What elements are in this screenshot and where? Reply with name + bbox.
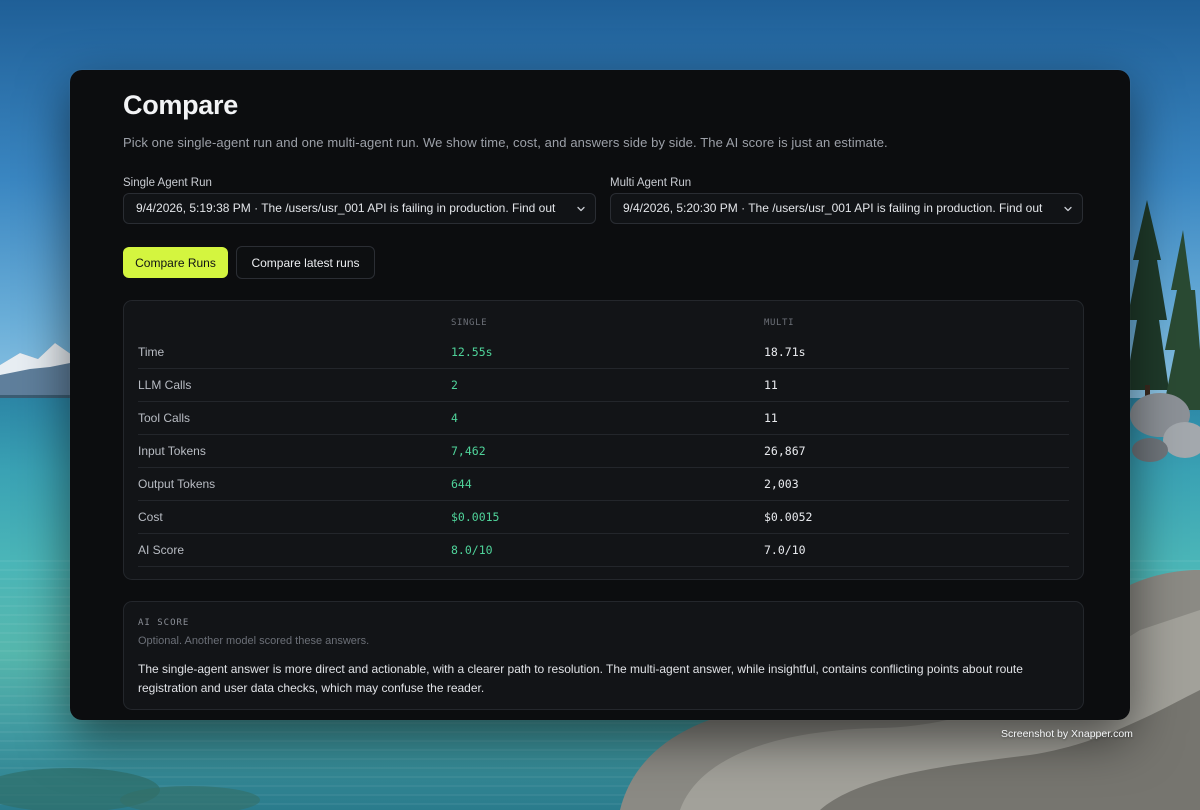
column-header-single: SINGLE — [451, 318, 488, 328]
metric-label: Tool Calls — [138, 411, 191, 425]
metric-single-value: 8.0/10 — [451, 543, 493, 557]
multi-run-label: Multi Agent Run — [610, 177, 692, 189]
compare-runs-button[interactable]: Compare Runs — [123, 247, 228, 278]
shore-rocks — [1130, 393, 1200, 462]
metric-multi-value: 11 — [764, 378, 778, 392]
metric-single-value: 7,462 — [451, 444, 486, 458]
metric-multi-value: 7.0/10 — [764, 543, 806, 557]
ai-score-note: Optional. Another model scored these ans… — [138, 635, 370, 647]
metric-single-value: 2 — [451, 378, 458, 392]
metric-single-value: 4 — [451, 411, 458, 425]
page-title: Compare — [123, 90, 238, 120]
metric-multi-value: 11 — [764, 411, 778, 425]
compare-latest-runs-button[interactable]: Compare latest runs — [236, 246, 375, 279]
metric-row-output-tokens: Output Tokens 644 2,003 — [138, 468, 1069, 501]
chevron-down-icon — [1063, 194, 1073, 223]
metric-multi-value: 2,003 — [764, 477, 799, 491]
metric-single-value: 12.55s — [451, 345, 493, 359]
metric-row-tool-calls: Tool Calls 4 11 — [138, 402, 1069, 435]
metric-single-value: $0.0015 — [451, 510, 500, 524]
single-run-label: Single Agent Run — [123, 177, 212, 189]
single-run-select[interactable]: 9/4/2026, 5:19:38 PM · The /users/usr_00… — [123, 193, 596, 224]
metric-multi-value: $0.0052 — [764, 510, 813, 524]
ai-score-card: AI SCORE Optional. Another model scored … — [123, 601, 1084, 710]
column-header-multi: MULTI — [764, 318, 795, 328]
chevron-down-icon — [576, 194, 586, 223]
page-subtitle: Pick one single-agent run and one multi-… — [123, 135, 888, 150]
metric-multi-value: 26,867 — [764, 444, 806, 458]
metric-label: LLM Calls — [138, 378, 192, 392]
metrics-table: SINGLE MULTI Time 12.55s 18.71s LLM Call… — [123, 300, 1084, 580]
metric-row-time: Time 12.55s 18.71s — [138, 336, 1069, 369]
multi-run-select[interactable]: 9/4/2026, 5:20:30 PM · The /users/usr_00… — [610, 193, 1083, 224]
ai-score-heading: AI SCORE — [138, 618, 190, 628]
metric-single-value: 644 — [451, 477, 472, 491]
metric-row-cost: Cost $0.0015 $0.0052 — [138, 501, 1069, 534]
metric-multi-value: 18.71s — [764, 345, 806, 359]
metric-row-llm-calls: LLM Calls 2 11 — [138, 369, 1069, 402]
metric-label: Cost — [138, 510, 163, 524]
single-run-selected: 9/4/2026, 5:19:38 PM · The /users/usr_00… — [136, 201, 556, 215]
ai-score-text: The single-agent answer is more direct a… — [138, 662, 1023, 695]
metric-label: Time — [138, 345, 165, 359]
metric-label: AI Score — [138, 543, 185, 557]
multi-run-selected: 9/4/2026, 5:20:30 PM · The /users/usr_00… — [623, 201, 1043, 215]
metric-label: Input Tokens — [138, 444, 206, 458]
compare-window: Compare Pick one single-agent run and on… — [70, 70, 1130, 720]
metric-label: Output Tokens — [138, 477, 216, 491]
metric-row-ai-score: AI Score 8.0/10 7.0/10 — [138, 534, 1069, 567]
watermark: Screenshot by Xnapper.com — [1001, 728, 1133, 740]
metric-row-input-tokens: Input Tokens 7,462 26,867 — [138, 435, 1069, 468]
